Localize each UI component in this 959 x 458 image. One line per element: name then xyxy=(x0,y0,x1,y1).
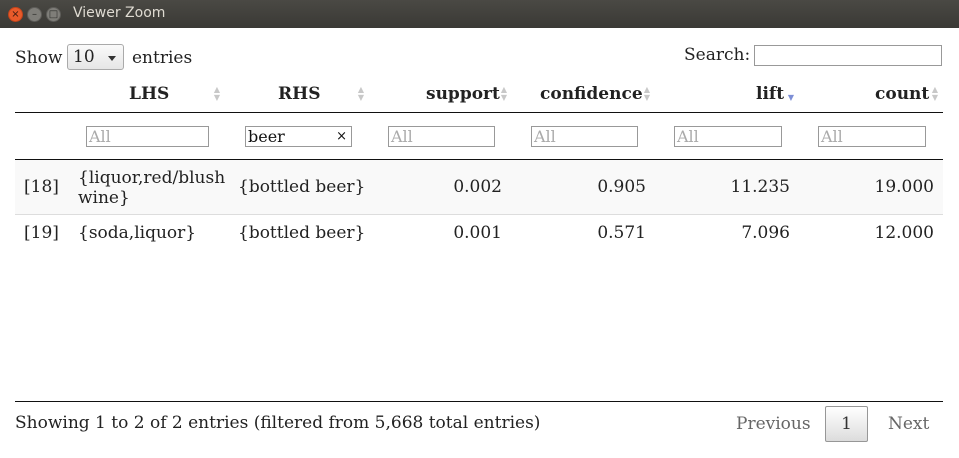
row-lift: 7.096 xyxy=(741,223,790,243)
next-page-button[interactable]: Next xyxy=(888,414,929,434)
maximize-window-button[interactable]: □ xyxy=(46,7,61,22)
column-header-support[interactable]: support xyxy=(426,84,500,104)
sort-icon: ▲ ▼ xyxy=(213,85,221,102)
sort-icon: ▲ ▼ xyxy=(357,85,365,102)
column-header-lhs[interactable]: LHS xyxy=(129,84,169,104)
row-support: 0.001 xyxy=(453,223,502,243)
show-label: Show xyxy=(15,48,63,68)
entries-length-value: 10 xyxy=(73,47,95,67)
filter-lift-input[interactable]: All xyxy=(674,126,782,147)
close-window-button[interactable]: × xyxy=(8,7,23,22)
sort-icon: ▲ ▼ xyxy=(500,85,508,102)
row-rhs: {bottled beer} xyxy=(238,223,366,243)
column-header-lift[interactable]: lift xyxy=(756,84,784,104)
window-titlebar: × – □ Viewer Zoom xyxy=(0,0,959,28)
current-page-button[interactable]: 1 xyxy=(825,406,868,442)
filter-rhs-value: beer xyxy=(248,127,285,146)
table-info: Showing 1 to 2 of 2 entries (filtered fr… xyxy=(15,413,541,433)
search-input[interactable] xyxy=(754,45,942,66)
entries-length-select[interactable]: 10 xyxy=(67,44,124,70)
row-rhs: {bottled beer} xyxy=(238,177,366,197)
clear-filter-icon[interactable]: × xyxy=(336,127,347,146)
footer-divider xyxy=(15,401,943,402)
row-lhs: {liquor,red/blush wine} xyxy=(78,168,226,208)
filter-lhs-input[interactable]: All xyxy=(86,126,209,147)
sort-icon: ▲ ▼ xyxy=(643,85,651,102)
header-divider xyxy=(15,112,943,113)
filter-support-input[interactable]: All xyxy=(388,126,495,147)
row-lift: 11.235 xyxy=(730,177,790,197)
row-confidence: 0.571 xyxy=(597,223,646,243)
column-header-confidence[interactable]: confidence xyxy=(540,84,643,104)
column-header-rhs[interactable]: RHS xyxy=(278,84,320,104)
row-lhs: {soda,liquor} xyxy=(78,223,197,243)
row-count: 19.000 xyxy=(874,177,934,197)
sort-desc-icon: ▲▼ xyxy=(787,93,795,102)
filter-confidence-input[interactable]: All xyxy=(531,126,638,147)
column-header-count[interactable]: count xyxy=(875,84,929,104)
filter-count-input[interactable]: All xyxy=(818,126,926,147)
sort-icon: ▲ ▼ xyxy=(931,85,939,102)
previous-page-button[interactable]: Previous xyxy=(736,414,811,434)
chevron-down-icon xyxy=(108,56,116,61)
row-count: 12.000 xyxy=(874,223,934,243)
row-index: [19] xyxy=(24,223,59,243)
window-title: Viewer Zoom xyxy=(73,5,166,21)
entries-label: entries xyxy=(132,48,193,68)
search-label: Search: xyxy=(684,45,751,65)
row-support: 0.002 xyxy=(453,177,502,197)
filter-rhs-input[interactable]: beer × xyxy=(245,126,352,147)
row-index: [18] xyxy=(24,177,59,197)
minimize-window-button[interactable]: – xyxy=(27,7,42,22)
row-confidence: 0.905 xyxy=(597,177,646,197)
